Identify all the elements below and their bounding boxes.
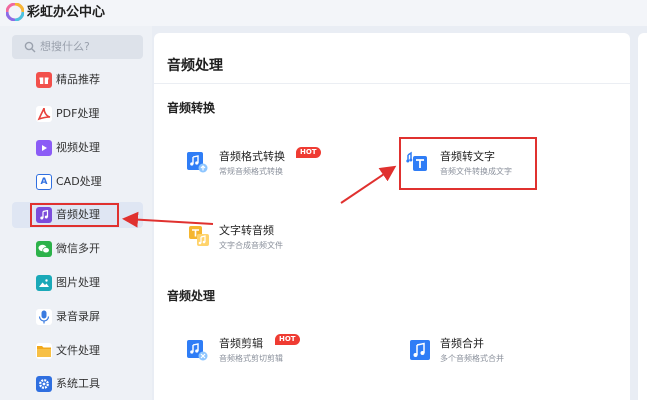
section-title: 音频转换 <box>167 101 216 115</box>
sidebar-item-label: CAD处理 <box>56 175 102 188</box>
search-icon <box>24 41 36 53</box>
sidebar-item-label: 系统工具 <box>56 377 100 390</box>
sidebar-item-label: 视频处理 <box>56 141 100 154</box>
divider <box>154 83 630 84</box>
rainbow-logo-icon <box>6 3 24 21</box>
gift-icon <box>36 72 52 88</box>
settings-icon <box>36 376 52 392</box>
sidebar-item-label: PDF处理 <box>56 107 100 120</box>
sidebar-item-label: 图片处理 <box>56 276 100 289</box>
text-to-audio-icon <box>189 226 209 246</box>
search-placeholder: 想搜什么? <box>40 40 90 53</box>
page-title: 音频处理 <box>167 58 223 74</box>
microphone-icon <box>36 309 52 325</box>
tool-desc: 多个音频格式合并 <box>440 354 504 363</box>
hot-badge: HOT <box>275 334 300 345</box>
tool-title: 音频剪辑 <box>219 337 263 350</box>
section-title: 音频处理 <box>167 289 216 303</box>
right-panel <box>638 33 647 400</box>
tool-title: 音频合并 <box>440 337 484 350</box>
title-bar: 彩虹办公中心 <box>0 0 647 26</box>
folder-icon <box>36 343 52 359</box>
hot-badge: HOT <box>296 147 321 158</box>
tool-desc: 常规音频格式转换 <box>219 167 283 176</box>
sidebar-item-label: 录音录屏 <box>56 310 100 323</box>
tool-title: 音频格式转换 <box>219 150 285 163</box>
cad-icon: A <box>36 174 52 190</box>
wechat-icon <box>36 241 52 257</box>
tool-desc: 文字合成音频文件 <box>219 241 283 250</box>
image-icon <box>36 275 52 291</box>
video-icon <box>36 140 52 156</box>
audio-convert-icon <box>187 152 208 173</box>
app-title: 彩虹办公中心 <box>27 5 106 20</box>
audio-merge-icon <box>410 340 430 360</box>
tool-title: 文字转音频 <box>219 224 274 237</box>
sidebar-item-label: 微信多开 <box>56 242 100 255</box>
tool-desc: 音频格式剪切剪辑 <box>219 354 283 363</box>
search-box[interactable]: 想搜什么? <box>12 35 143 59</box>
pdf-icon <box>36 106 52 122</box>
annotation-box-tool <box>399 137 537 190</box>
sidebar-item-label: 精品推荐 <box>56 73 100 86</box>
annotation-box-sidebar <box>30 203 119 227</box>
sidebar-item-label: 文件处理 <box>56 344 100 357</box>
audio-cut-icon <box>187 340 208 361</box>
